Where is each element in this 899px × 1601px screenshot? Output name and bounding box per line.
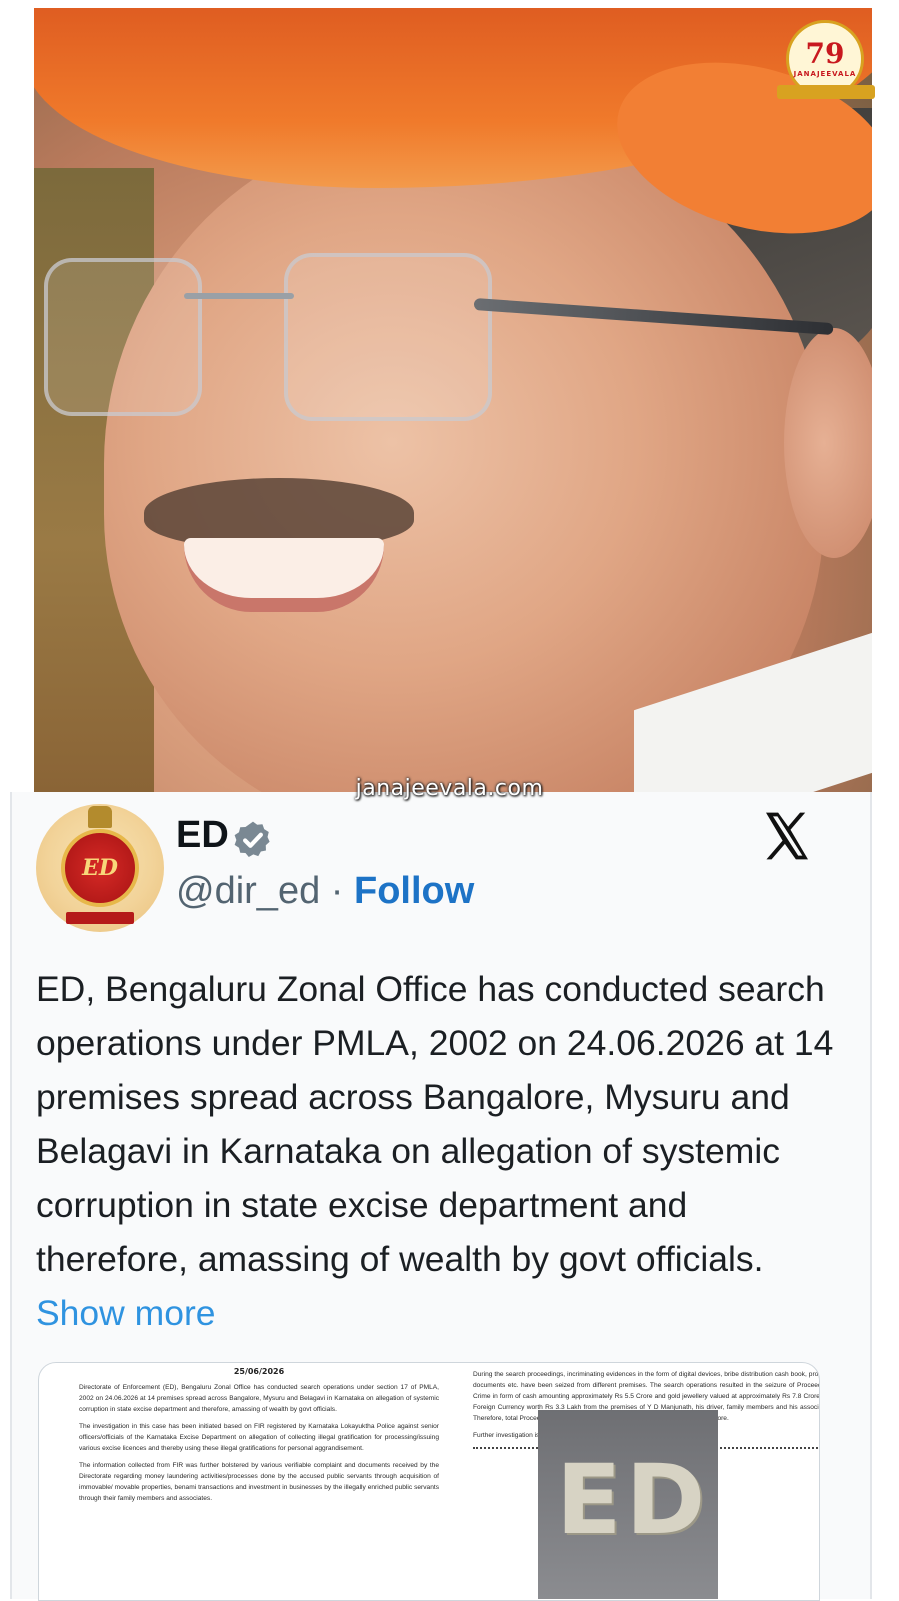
account-avatar[interactable]: ED: [36, 804, 164, 932]
document-left-column: 25/06/2026 Directorate of Enforcement (E…: [79, 1363, 439, 1508]
tweet-body: ED, Bengaluru Zonal Office has conducted…: [36, 969, 834, 1279]
seized-cash-photo: ED: [538, 1410, 718, 1599]
account-name[interactable]: ED: [176, 814, 229, 857]
news-photo: [34, 8, 872, 794]
document-paragraph: The investigation in this case has been …: [79, 1423, 439, 1452]
tweet-text: ED, Bengaluru Zonal Office has conducted…: [36, 962, 836, 1340]
logo-text: JANAJEEVALA: [793, 70, 857, 78]
account-handle[interactable]: @dir_ed: [176, 870, 320, 912]
handle-separator: ·: [320, 870, 354, 912]
handle-row: @dir_ed · Follow: [176, 870, 474, 913]
glasses-right-lens: [284, 253, 492, 421]
glasses-bridge: [184, 293, 294, 299]
national-emblem-icon: [88, 806, 112, 828]
ed-seal-icon: ED: [61, 829, 139, 907]
glasses-left-lens: [44, 258, 202, 416]
follow-button[interactable]: Follow: [354, 870, 474, 912]
seal-banner: [66, 912, 134, 924]
document-paragraph: Directorate of Enforcement (ED), Bengalu…: [79, 1384, 439, 1413]
x-logo-icon[interactable]: [758, 808, 816, 864]
site-logo: 79 JANAJEEVALA: [777, 20, 875, 99]
document-date: 25/06/2026: [233, 1367, 285, 1376]
document-paragraph: The information collected from FIR was f…: [79, 1462, 439, 1502]
logo-ribbon: [777, 85, 875, 99]
show-more-link[interactable]: Show more: [36, 1293, 216, 1333]
logo-number: 79: [805, 37, 845, 70]
cash-letters: ED: [556, 1444, 710, 1556]
site-watermark: janajeevala.com: [355, 776, 544, 801]
verified-badge-icon: [234, 821, 270, 857]
